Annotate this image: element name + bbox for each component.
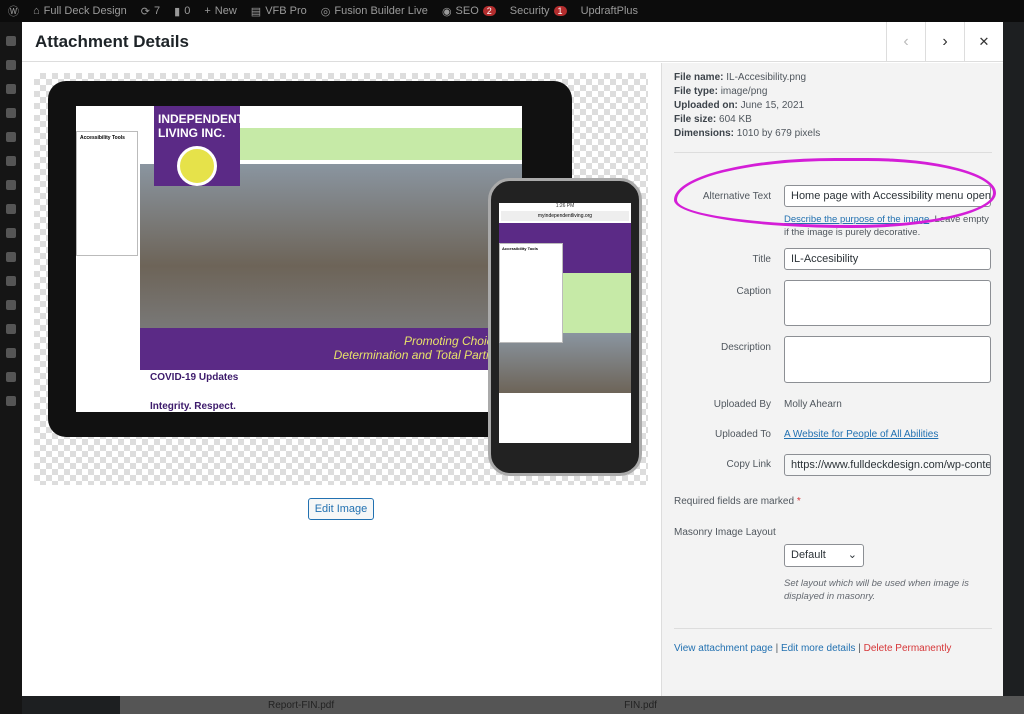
close-button[interactable]: ✕ bbox=[964, 22, 1003, 62]
media-library-background: Report-FIN.pdf FIN.pdf bbox=[120, 696, 1024, 714]
uploaded-to-label: Uploaded To bbox=[715, 429, 771, 440]
modal-header: Attachment Details ‹ › ✕ bbox=[22, 22, 1003, 62]
attachment-info-panel: File name: IL-Accesibility.png File type… bbox=[661, 63, 1003, 696]
menu-icon[interactable] bbox=[6, 228, 16, 238]
divider bbox=[674, 628, 992, 629]
modal-title: Attachment Details bbox=[35, 31, 189, 51]
seo-badge: 2 bbox=[482, 6, 496, 16]
fusion-link[interactable]: ◎ Fusion Builder Live bbox=[321, 5, 428, 18]
uploaded-by-value: Molly Ahearn bbox=[784, 399, 842, 410]
required-note: Required fields are marked * bbox=[674, 496, 801, 507]
form-icon: ▤ bbox=[250, 5, 262, 18]
chevron-left-icon: ‹ bbox=[903, 33, 909, 50]
masonry-help: Set layout which will be used when image… bbox=[784, 578, 969, 602]
security-link[interactable]: Security 1 bbox=[510, 5, 567, 17]
view-attachment-link[interactable]: View attachment page bbox=[674, 643, 773, 654]
site-logo: INDEPENDENT LIVING INC. bbox=[154, 106, 244, 186]
menu-icon[interactable] bbox=[6, 276, 16, 286]
file-details: File name: IL-Accesibility.png File type… bbox=[674, 72, 821, 139]
new-link[interactable]: + New bbox=[204, 5, 236, 17]
copy-link-input[interactable]: https://www.fulldeckdesign.com/wp-conten… bbox=[784, 454, 991, 476]
phone-mockup: 1:26 PM myindependentliving.org Accessib… bbox=[488, 178, 642, 476]
menu-icon[interactable] bbox=[6, 300, 16, 310]
uploaded-by-label: Uploaded By bbox=[713, 399, 771, 410]
menu-icon[interactable] bbox=[6, 324, 16, 334]
home-icon: ⌂ bbox=[33, 5, 40, 17]
hero-photo bbox=[140, 164, 522, 334]
masonry-layout-select[interactable]: Default ⌄ bbox=[784, 544, 864, 567]
site-link[interactable]: ⌂ Full Deck Design bbox=[33, 5, 127, 17]
menu-icon[interactable] bbox=[6, 108, 16, 118]
background-file: FIN.pdf bbox=[624, 699, 657, 711]
security-badge: 1 bbox=[553, 6, 567, 16]
pin-icon[interactable] bbox=[6, 132, 16, 142]
admin-bar: Ⓦ ⌂ Full Deck Design ⟳ 7 ▮ 0 + New ▤ VFB Pro … bbox=[0, 0, 1024, 22]
describe-purpose-link[interactable]: Describe the purpose of the image bbox=[784, 214, 929, 225]
image-preview: INDEPENDENT LIVING INC. Accessibility Too… bbox=[34, 73, 648, 485]
description-label: Description bbox=[720, 342, 771, 353]
refresh-icon: ⟳ bbox=[140, 5, 151, 18]
uploaded-to-link[interactable]: A Website for People of All Abilities bbox=[784, 429, 938, 440]
background-file: Report-FIN.pdf bbox=[268, 699, 335, 711]
chevron-down-icon: ⌄ bbox=[847, 549, 857, 561]
vfb-link[interactable]: ▤ VFB Pro bbox=[251, 5, 307, 18]
collapse-icon[interactable] bbox=[6, 396, 16, 406]
caption-label: Caption bbox=[736, 286, 771, 297]
menu-icon[interactable] bbox=[6, 84, 16, 94]
attachment-details-modal: Attachment Details ‹ › ✕ INDEPENDENT LIVI… bbox=[22, 22, 1003, 696]
site-nav bbox=[240, 128, 522, 160]
description-textarea[interactable] bbox=[784, 336, 991, 383]
admin-sidebar bbox=[0, 22, 22, 714]
shield-icon[interactable] bbox=[6, 372, 16, 382]
banner: Promoting Choice, S Determination and Tot… bbox=[140, 328, 522, 370]
menu-icon[interactable] bbox=[6, 60, 16, 70]
media-icon[interactable] bbox=[6, 156, 16, 166]
previous-button[interactable]: ‹ bbox=[886, 22, 925, 62]
next-button[interactable]: › bbox=[925, 22, 964, 62]
edit-details-link[interactable]: Edit more details bbox=[781, 643, 855, 654]
phone-screen: 1:26 PM myindependentliving.org Accessib… bbox=[499, 203, 631, 443]
plus-icon: + bbox=[204, 5, 211, 17]
divider bbox=[674, 152, 992, 153]
title-label: Title bbox=[752, 254, 771, 265]
title-input[interactable]: IL-Accesibility bbox=[784, 248, 991, 270]
comments-link[interactable]: ▮ 0 bbox=[174, 5, 190, 18]
updraft-link[interactable]: UpdraftPlus bbox=[581, 5, 638, 17]
dashboard-icon[interactable] bbox=[6, 36, 16, 46]
tablet-screen: INDEPENDENT LIVING INC. Accessibility Too… bbox=[76, 106, 522, 412]
copy-link-label: Copy Link bbox=[726, 459, 771, 470]
menu-icon[interactable] bbox=[6, 180, 16, 190]
comment-icon: ▮ bbox=[174, 5, 181, 18]
wordpress-logo-icon[interactable]: Ⓦ bbox=[8, 3, 19, 19]
alt-text-input[interactable]: Home page with Accessibility menu open bbox=[784, 185, 991, 207]
chevron-right-icon: › bbox=[942, 33, 948, 50]
seo-link[interactable]: ◉ SEO 2 bbox=[442, 5, 496, 18]
masonry-label: Masonry Image Layout bbox=[674, 527, 776, 538]
delete-permanently-link[interactable]: Delete Permanently bbox=[864, 643, 952, 654]
menu-icon[interactable] bbox=[6, 348, 16, 358]
attachment-actions: View attachment page | Edit more details… bbox=[674, 643, 952, 654]
caption-textarea[interactable] bbox=[784, 280, 991, 326]
edit-image-button[interactable]: Edit Image bbox=[308, 498, 374, 520]
fusion-icon: ◎ bbox=[320, 5, 331, 18]
close-icon: ✕ bbox=[978, 34, 990, 49]
menu-icon[interactable] bbox=[6, 252, 16, 262]
covid-heading: COVID-19 Updates Integrity. Respect. bbox=[150, 372, 239, 412]
seo-icon: ◉ bbox=[441, 5, 452, 18]
alt-text-label: Alternative Text bbox=[702, 191, 771, 202]
menu-icon[interactable] bbox=[6, 204, 16, 214]
updates-link[interactable]: ⟳ 7 bbox=[141, 5, 160, 18]
attachment-preview: INDEPENDENT LIVING INC. Accessibility Too… bbox=[22, 63, 661, 696]
accessibility-tools-menu: Accessibility Tools bbox=[76, 131, 138, 256]
alt-text-help: Describe the purpose of the image. Leave… bbox=[784, 214, 989, 238]
